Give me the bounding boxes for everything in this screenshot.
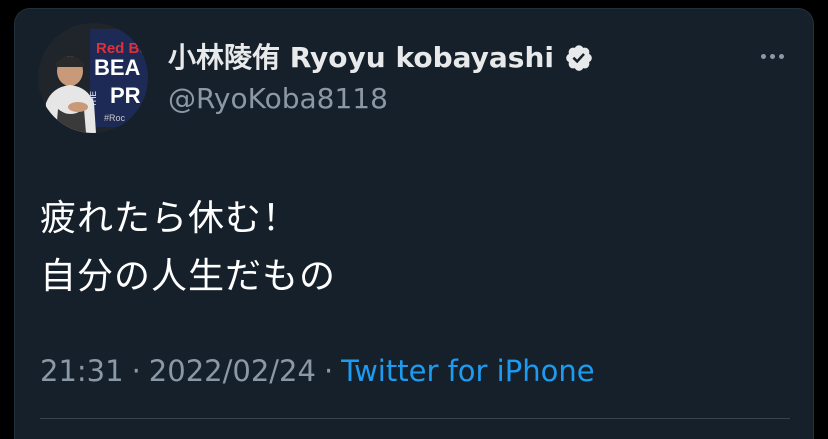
meta-separator: · — [131, 354, 141, 388]
screen-frame: Red Bu BEA THE PR #Roc 小林陵侑 Ryoyu kobaya… — [0, 0, 828, 439]
tweet-text-line: 自分の人生だもの — [40, 256, 337, 297]
more-dot — [769, 53, 775, 59]
author-handle[interactable]: @RyoKoba8118 — [168, 82, 388, 116]
author-name-row[interactable]: 小林陵侑 Ryoyu kobayashi — [168, 42, 594, 74]
meta-separator: · — [323, 354, 334, 388]
avatar-image: Red Bu BEA THE PR #Roc — [38, 23, 148, 133]
more-dot — [778, 53, 784, 59]
tweet-time[interactable]: 21:31 — [40, 352, 124, 390]
tweet-meta: 21:31 · 2022/02/24 · Twitter for iPhone — [40, 352, 595, 390]
verified-badge-icon — [566, 45, 592, 71]
tweet-date[interactable]: 2022/02/24 — [149, 352, 316, 390]
avatar[interactable]: Red Bu BEA THE PR #Roc — [38, 23, 148, 133]
more-options-icon[interactable] — [752, 44, 792, 68]
tweet-text-line: 疲れたら休む！ — [40, 198, 300, 239]
tweet-text: 疲れたら休む！ 自分の人生だもの — [40, 190, 760, 306]
tweet-source-link[interactable]: Twitter for iPhone — [341, 352, 594, 390]
divider — [40, 418, 790, 419]
avatar-logo-line4: PR — [110, 83, 141, 108]
avatar-logo-line2: BEA — [94, 55, 141, 80]
avatar-logo-line5: #Roc — [104, 113, 126, 123]
more-dot — [760, 53, 766, 59]
author-name[interactable]: 小林陵侑 Ryoyu kobayashi — [168, 42, 554, 74]
